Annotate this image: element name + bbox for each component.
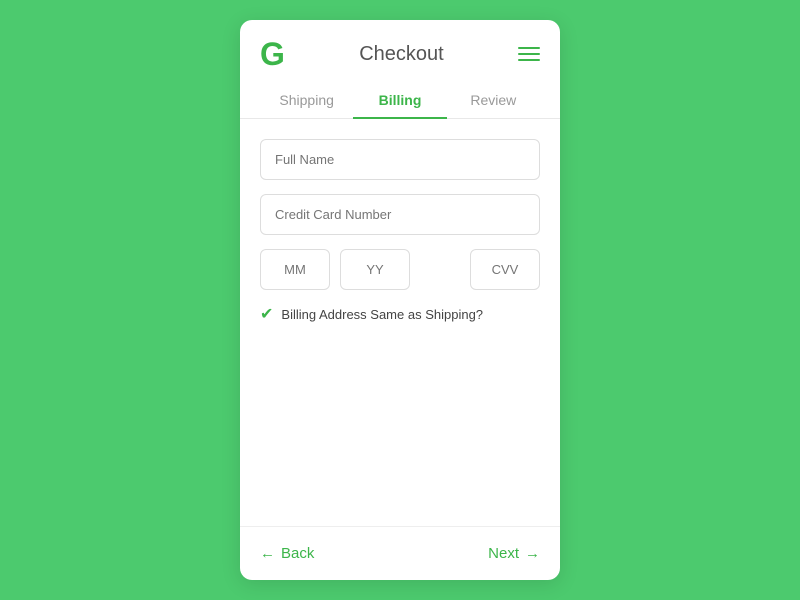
billing-same-checkbox[interactable]: ✔	[260, 304, 273, 324]
credit-card-input[interactable]	[260, 194, 540, 235]
expiry-cvv-row	[260, 249, 540, 290]
next-arrow-icon: →	[525, 545, 540, 562]
header: G Checkout	[240, 20, 560, 82]
billing-form: ✔ Billing Address Same as Shipping?	[240, 119, 560, 526]
menu-icon[interactable]	[518, 47, 540, 61]
full-name-input[interactable]	[260, 139, 540, 180]
next-label: Next	[488, 545, 519, 562]
tab-shipping[interactable]: Shipping	[260, 82, 353, 118]
year-input[interactable]	[340, 249, 410, 290]
expiry-spacer	[420, 249, 460, 290]
tab-review[interactable]: Review	[447, 82, 540, 118]
billing-same-row: ✔ Billing Address Same as Shipping?	[260, 304, 540, 324]
logo: G	[260, 38, 285, 70]
back-label: Back	[281, 545, 314, 562]
tab-billing[interactable]: Billing	[353, 82, 446, 118]
billing-same-label: Billing Address Same as Shipping?	[281, 307, 483, 322]
footer: ← Back Next →	[240, 526, 560, 580]
tab-bar: Shipping Billing Review	[240, 82, 560, 119]
month-input[interactable]	[260, 249, 330, 290]
back-button[interactable]: ← Back	[260, 545, 314, 562]
checkout-card: G Checkout Shipping Billing Review ✔ Bil…	[240, 20, 560, 580]
back-arrow-icon: ←	[260, 545, 275, 562]
page-title: Checkout	[285, 43, 518, 66]
next-button[interactable]: Next →	[488, 545, 540, 562]
cvv-input[interactable]	[470, 249, 540, 290]
